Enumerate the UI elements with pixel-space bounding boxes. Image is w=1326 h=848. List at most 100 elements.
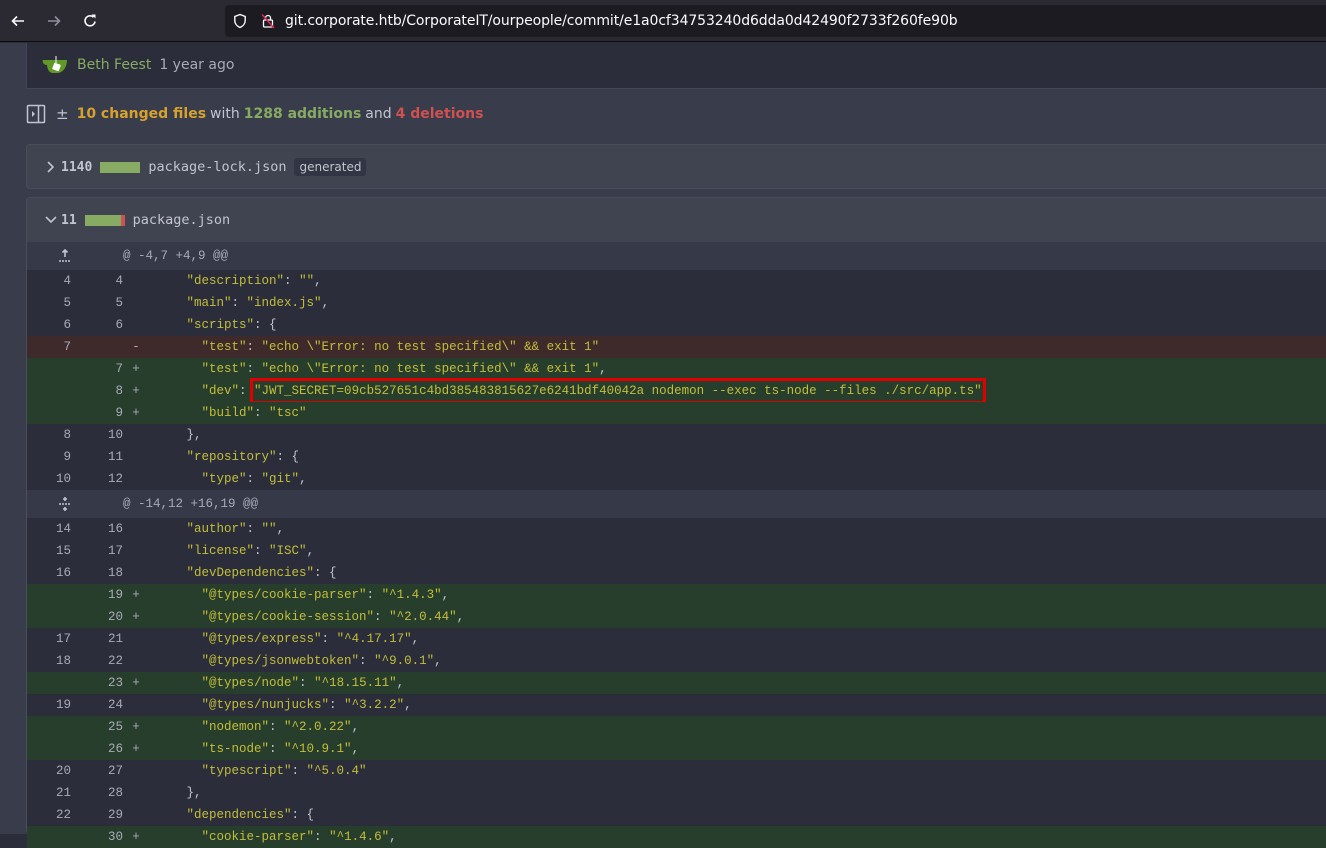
shield-icon[interactable] (233, 13, 247, 29)
commit-author-box: Beth Feest 1 year ago (26, 43, 1326, 89)
json-trailing-comma: , (411, 632, 420, 646)
old-line-number[interactable]: 7 (27, 340, 81, 354)
back-button[interactable] (0, 3, 36, 39)
new-line-number[interactable]: 22 (81, 654, 123, 668)
reload-button[interactable] (72, 3, 108, 39)
code-content: "type": "git", (149, 472, 307, 486)
new-line-number[interactable]: 7 (81, 362, 123, 376)
code-content: "test": "echo \"Error: no test specified… (149, 340, 600, 354)
new-line-number[interactable]: 8 (81, 384, 123, 398)
diff-sign: + (132, 588, 140, 602)
plus-minus-icon[interactable]: ± (56, 105, 69, 123)
expand-up-icon[interactable] (27, 249, 81, 263)
new-line-number[interactable]: 21 (81, 632, 123, 646)
author-name[interactable]: Beth Feest (77, 57, 151, 73)
new-line-number[interactable]: 4 (81, 274, 123, 288)
json-key: "repository" (186, 450, 277, 464)
chevron-right-icon[interactable] (43, 160, 61, 174)
json-separator: : (269, 720, 285, 734)
old-line-number[interactable]: 4 (27, 274, 81, 288)
json-value: "^4.17.17" (336, 632, 412, 646)
new-line-number[interactable]: 28 (81, 786, 123, 800)
old-line-number[interactable]: 20 (27, 764, 81, 778)
old-line-number[interactable]: 19 (27, 698, 81, 712)
json-value: "^9.0.1" (374, 654, 435, 668)
new-line-number[interactable]: 30 (81, 830, 123, 844)
json-value: "^2.0.44" (389, 610, 457, 624)
old-line-number[interactable]: 6 (27, 318, 81, 332)
json-trailing-comma: , (306, 544, 315, 558)
new-line-number[interactable]: 10 (81, 428, 123, 442)
new-line-number[interactable]: 27 (81, 764, 123, 778)
old-line-number[interactable]: 21 (27, 786, 81, 800)
diff-sign: + (132, 676, 140, 690)
json-separator: : (269, 742, 285, 756)
new-line-number[interactable]: 19 (81, 588, 123, 602)
json-trailing-comma: , (456, 610, 465, 624)
old-line-number[interactable]: 18 (27, 654, 81, 668)
expand-both-icon[interactable] (27, 496, 81, 512)
diff-line: 7 - "test": "echo \"Error: no test specif… (27, 336, 1326, 358)
file-name[interactable]: package-lock.json (148, 159, 286, 175)
highlight-annotation-box (250, 378, 986, 404)
new-line-number[interactable]: 6 (81, 318, 123, 332)
code-content: "cookie-parser": "^1.4.6", (149, 830, 397, 844)
toggle-file-tree-icon[interactable] (26, 104, 46, 124)
old-line-number[interactable]: 9 (27, 450, 81, 464)
new-line-number[interactable]: 25 (81, 720, 123, 734)
insecure-lock-icon[interactable] (261, 13, 275, 29)
code-content: "@types/cookie-session": "^2.0.44", (149, 610, 465, 624)
changed-files-link[interactable]: 10 changed files (77, 106, 206, 122)
code-content: "scripts": { (149, 318, 277, 332)
old-line-number[interactable]: 16 (27, 566, 81, 580)
old-line-number[interactable]: 5 (27, 296, 81, 310)
json-separator: : (374, 610, 390, 624)
json-trailing-comma: , (351, 742, 360, 756)
old-line-number[interactable]: 22 (27, 808, 81, 822)
chevron-down-icon[interactable] (43, 213, 61, 227)
json-separator: : (246, 522, 262, 536)
old-line-number[interactable]: 15 (27, 544, 81, 558)
json-key: "@types/nunjucks" (201, 698, 330, 712)
diff-line: 15 17 "license": "ISC", (27, 540, 1326, 562)
old-line-number[interactable]: 14 (27, 522, 81, 536)
code-content: "ts-node": "^10.9.1", (149, 742, 360, 756)
new-line-number[interactable]: 24 (81, 698, 123, 712)
forward-button[interactable] (36, 3, 72, 39)
diff-line: 16 18 "devDependencies": { (27, 562, 1326, 584)
new-line-number[interactable]: 11 (81, 450, 123, 464)
json-separator: : (291, 764, 307, 778)
deletions-count: 4 deletions (395, 106, 484, 122)
json-value: "^10.9.1" (284, 742, 352, 756)
file-name[interactable]: package.json (133, 212, 231, 228)
new-line-number[interactable]: 9 (81, 406, 123, 420)
diff-line: 26 + "ts-node": "^10.9.1", (27, 738, 1326, 760)
new-line-number[interactable]: 29 (81, 808, 123, 822)
json-key: "dev" (201, 384, 240, 398)
new-line-number[interactable]: 23 (81, 676, 123, 690)
json-trailing-comma: , (276, 522, 285, 536)
new-line-number[interactable]: 18 (81, 566, 123, 580)
url-text[interactable]: git.corporate.htb/CorporateIT/ourpeople/… (285, 13, 958, 29)
new-line-number[interactable]: 12 (81, 472, 123, 486)
file-header[interactable]: 1140 package-lock.json generated (27, 145, 1326, 189)
new-line-number[interactable]: 20 (81, 610, 123, 624)
new-line-number[interactable]: 16 (81, 522, 123, 536)
diff-line: 23 + "@types/node": "^18.15.11", (27, 672, 1326, 694)
url-bar[interactable]: git.corporate.htb/CorporateIT/ourpeople/… (225, 5, 1326, 37)
new-line-number[interactable]: 17 (81, 544, 123, 558)
new-line-number[interactable]: 5 (81, 296, 123, 310)
old-line-number[interactable]: 10 (27, 472, 81, 486)
file-header[interactable]: 11 package.json (27, 198, 1326, 242)
new-line-number[interactable]: 26 (81, 742, 123, 756)
old-line-number[interactable]: 17 (27, 632, 81, 646)
diff-line: 19 24 "@types/nunjucks": "^3.2.2", (27, 694, 1326, 716)
old-line-number[interactable]: 8 (27, 428, 81, 442)
json-value: "" (261, 522, 277, 536)
